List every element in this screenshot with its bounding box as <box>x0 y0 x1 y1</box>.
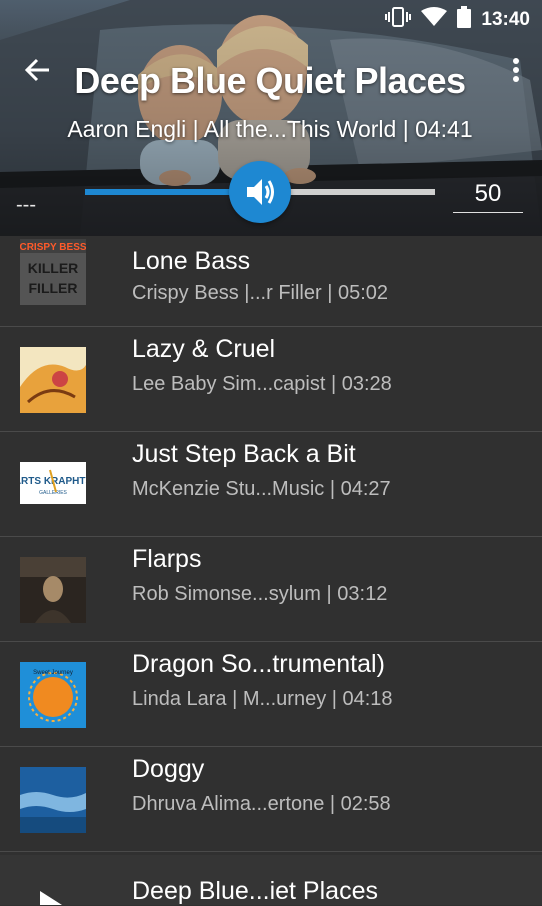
volume-slider-thumb[interactable] <box>229 161 291 223</box>
volume-value[interactable]: 50 <box>453 176 523 213</box>
album-art: CRISPY BESS KILLER FILLER <box>20 239 86 305</box>
album-art: Sweet Journey <box>20 662 86 728</box>
now-playing-subtitle: Aaron Engli | All the...This World | 04:… <box>67 116 473 142</box>
track-subtitle: Rob Simonse...sylum | 03:12 <box>132 583 388 605</box>
track-subtitle: Linda Lara | M...urney | 04:18 <box>132 688 393 710</box>
back-arrow-icon <box>25 58 49 82</box>
album-art <box>20 557 86 623</box>
track-title: Just Step Back a Bit <box>132 440 356 468</box>
track-title: Lazy & Cruel <box>132 335 276 363</box>
volume-slider[interactable] <box>85 161 435 223</box>
wifi-icon <box>421 7 448 32</box>
svg-text:Sweet Journey: Sweet Journey <box>33 670 73 676</box>
album-art <box>20 347 86 413</box>
album-art: ARTS KRAPHTS GALLERIES <box>20 462 86 504</box>
svg-text:FILLER: FILLER <box>29 280 78 296</box>
now-playing-row[interactable]: Deep Blue...iet Places <box>0 855 542 905</box>
vibrate-icon <box>385 6 412 33</box>
album-art <box>20 767 86 833</box>
track-row[interactable]: ARTS KRAPHTS GALLERIES Just Step Back a … <box>0 432 542 537</box>
elapsed-time: --- <box>16 194 36 216</box>
track-row[interactable]: Lazy & Cruel Lee Baby Sim...capist | 03:… <box>0 327 542 432</box>
track-row[interactable]: Doggy Dhruva Alima...ertone | 02:58 <box>0 747 542 852</box>
status-icons: 13:40 <box>385 6 530 33</box>
battery-icon <box>457 6 472 33</box>
status-bar: 13:40 <box>0 0 542 34</box>
track-title: Lone Bass <box>132 247 251 275</box>
track-list: CRISPY BESS KILLER FILLER Lone Bass Cris… <box>0 236 542 905</box>
svg-text:GALLERIES: GALLERIES <box>39 490 67 496</box>
track-title: Doggy <box>132 755 205 783</box>
track-subtitle: McKenzie Stu...Music | 04:27 <box>132 478 391 500</box>
track-row[interactable]: CRISPY BESS KILLER FILLER Lone Bass Cris… <box>0 236 542 327</box>
track-row[interactable]: Sweet Journey Dragon So...trumental) Lin… <box>0 642 542 747</box>
track-row[interactable]: Flarps Rob Simonse...sylum | 03:12 <box>0 537 542 642</box>
play-icon[interactable] <box>40 891 62 905</box>
status-time: 13:40 <box>481 8 530 30</box>
more-vert-icon <box>513 58 519 82</box>
svg-text:KILLER: KILLER <box>28 260 79 276</box>
now-playing-title: Deep Blue Quiet Places <box>74 60 466 101</box>
more-options-button[interactable] <box>504 52 528 88</box>
track-subtitle: Crispy Bess |...r Filler | 05:02 <box>132 282 389 304</box>
track-subtitle: Lee Baby Sim...capist | 03:28 <box>132 373 392 395</box>
now-playing-header: 13:40 Deep Blue Quiet Places Aaron Engli… <box>0 0 542 236</box>
track-title: Flarps <box>132 545 202 573</box>
volume-icon <box>247 179 274 205</box>
now-playing-row-title: Deep Blue...iet Places <box>132 877 378 905</box>
back-button[interactable] <box>20 52 56 88</box>
svg-text:CRISPY BESS: CRISPY BESS <box>20 242 86 253</box>
track-title: Dragon So...trumental) <box>132 650 385 678</box>
track-subtitle: Dhruva Alima...ertone | 02:58 <box>132 793 391 815</box>
